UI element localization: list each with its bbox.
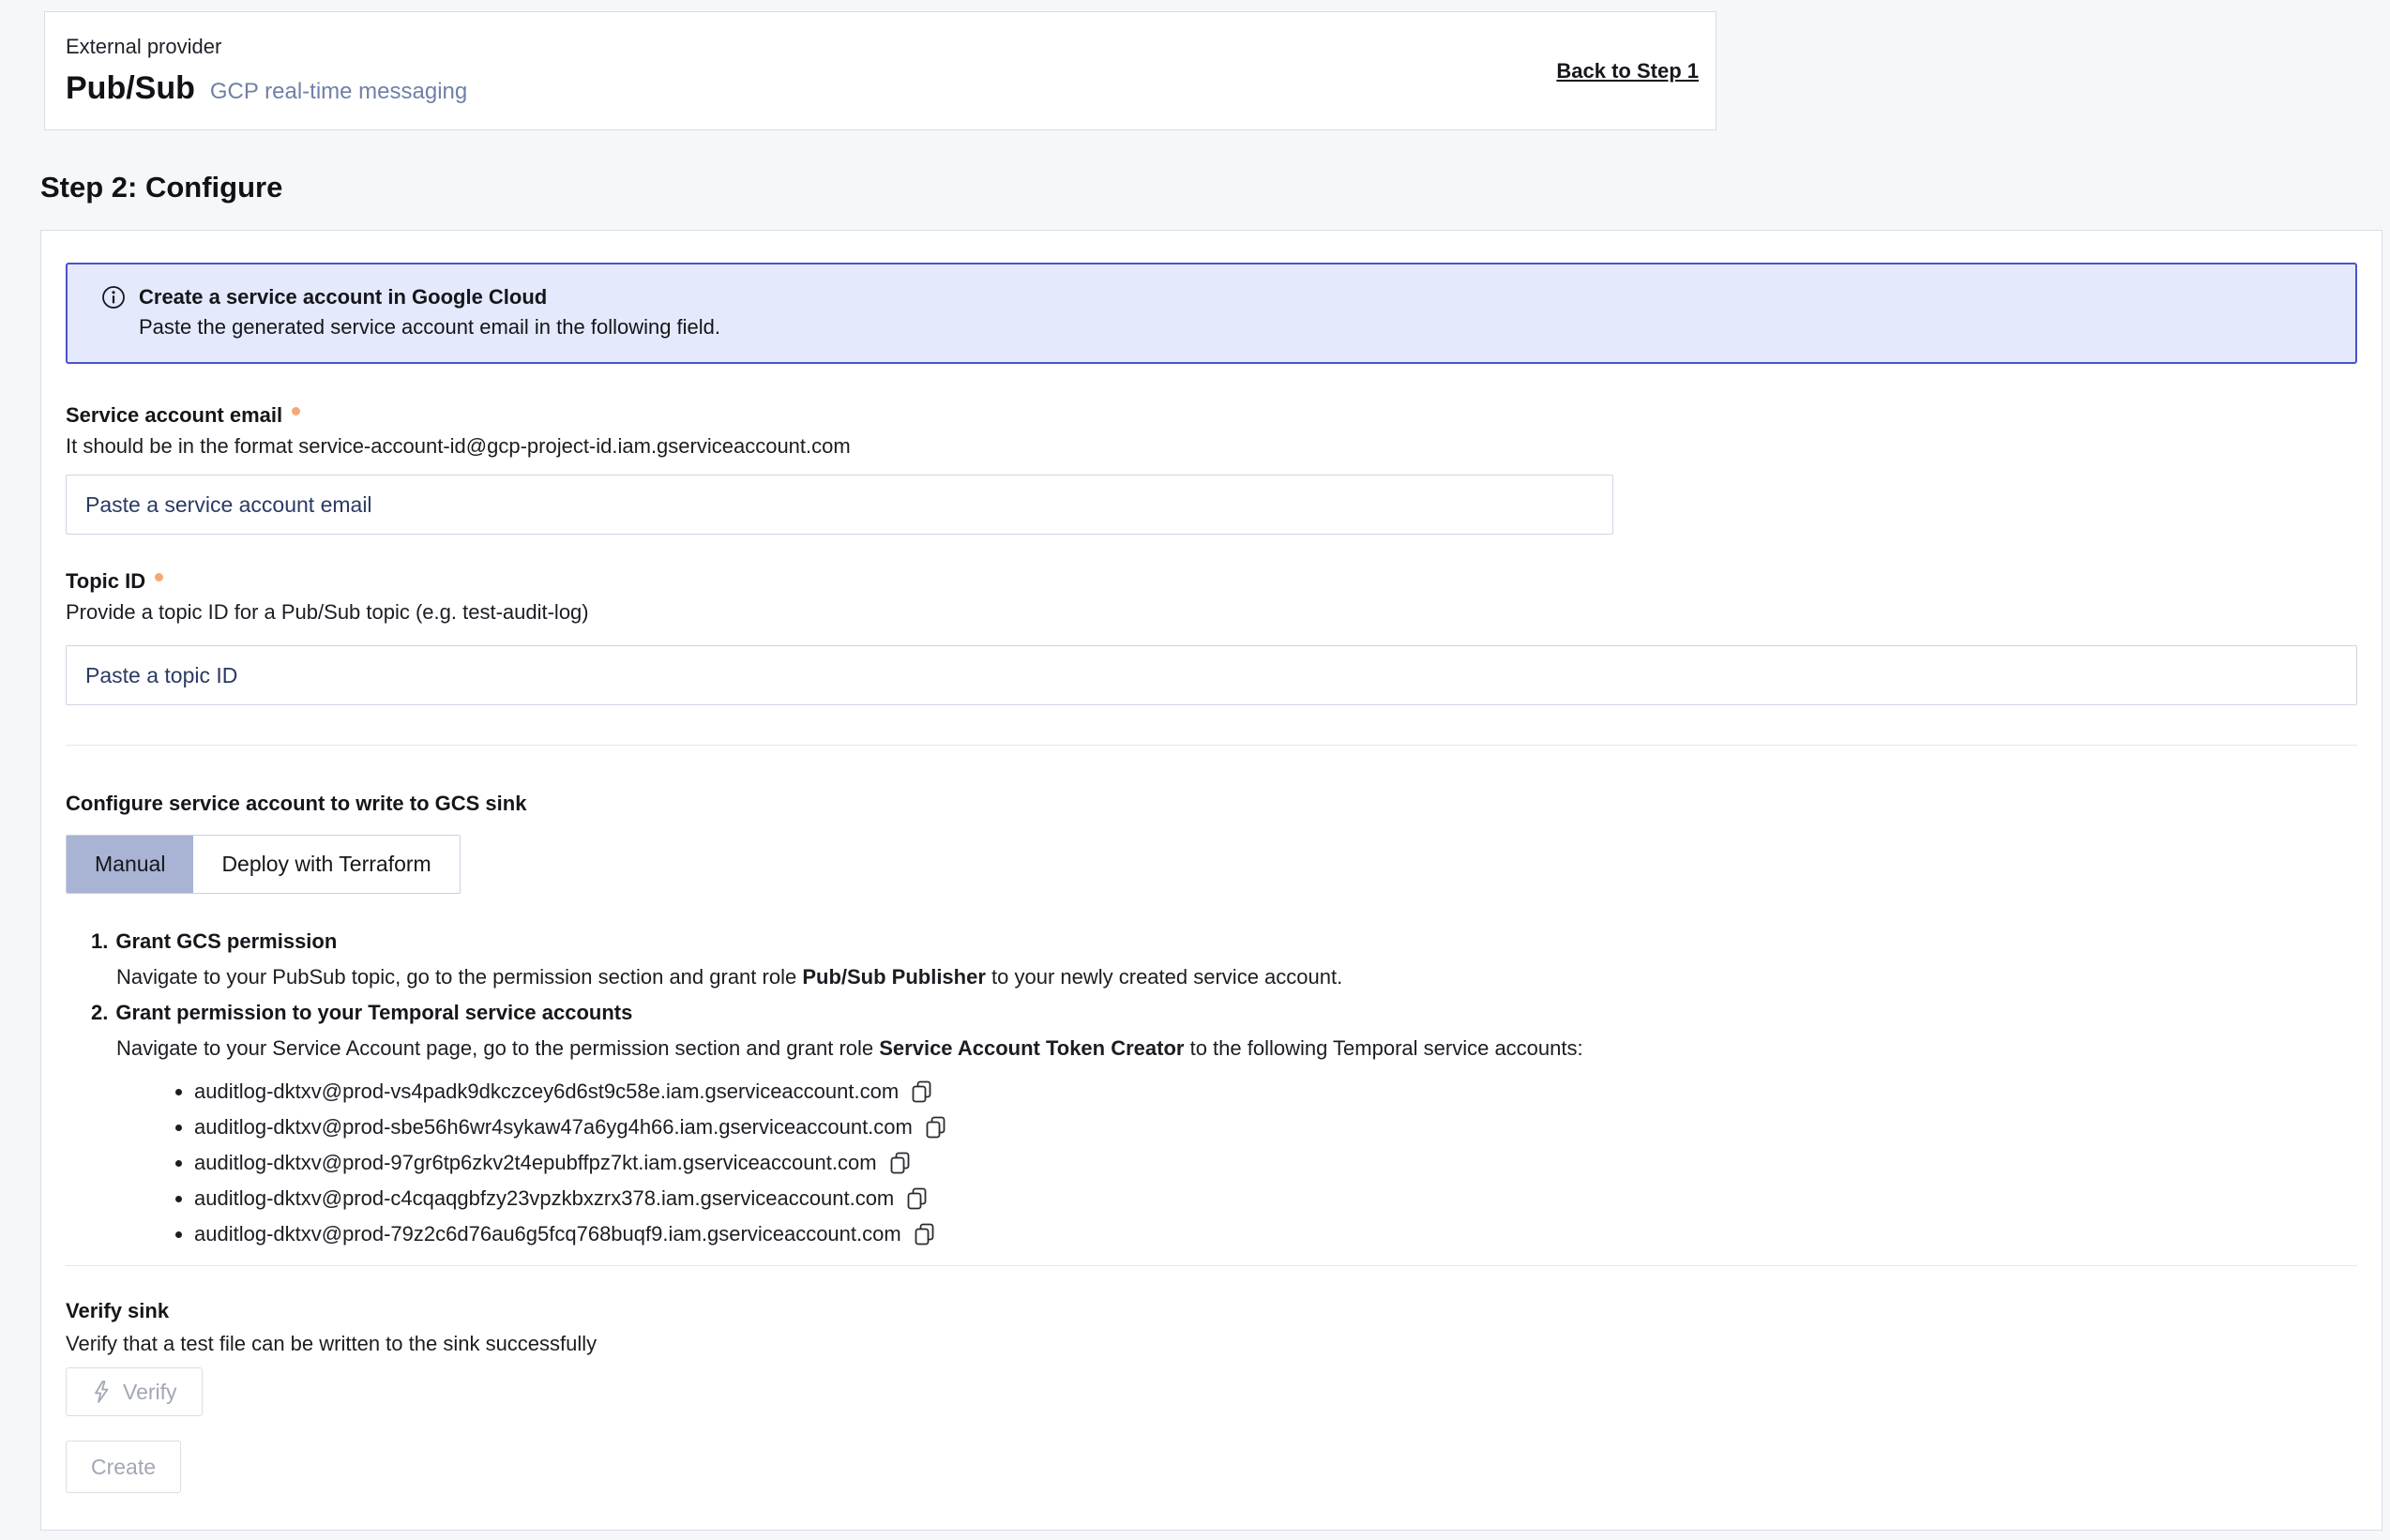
- verify-sink-description: Verify that a test file can be written t…: [66, 1330, 2357, 1358]
- provider-name: Pub/Sub: [66, 70, 195, 107]
- service-account-email: auditlog-dktxv@prod-79z2c6d76au6g5fcq768…: [194, 1216, 901, 1252]
- create-button[interactable]: Create: [66, 1441, 181, 1493]
- topic-id-label: Topic ID: [66, 568, 145, 595]
- banner-title: Create a service account in Google Cloud: [139, 285, 547, 310]
- topic-id-helper: Provide a topic ID for a Pub/Sub topic (…: [66, 599, 2357, 626]
- lightning-icon: [91, 1380, 112, 1404]
- service-account-email-label: Service account email: [66, 402, 282, 429]
- configure-panel: Create a service account in Google Cloud…: [40, 230, 2382, 1531]
- step-2-body: Navigate to your Service Account page, g…: [116, 1034, 2357, 1063]
- provider-label: External provider: [66, 35, 467, 59]
- tab-deploy-with-terraform[interactable]: Deploy with Terraform: [193, 836, 459, 893]
- instruction-steps: 1. Grant GCS permission Navigate to your…: [66, 928, 2357, 1252]
- verify-button[interactable]: Verify: [66, 1367, 203, 1416]
- topic-id-input[interactable]: [66, 645, 2357, 705]
- banner-description: Paste the generated service account emai…: [139, 315, 2333, 340]
- step-1-number: 1.: [91, 928, 108, 956]
- page-title: Step 2: Configure: [40, 171, 282, 204]
- provider-subtitle: GCP real-time messaging: [210, 79, 467, 105]
- service-account-email-helper: It should be in the format service-accou…: [66, 433, 2357, 460]
- step-1-title: 1. Grant GCS permission: [91, 928, 2357, 956]
- role-pubsub-publisher: Pub/Sub Publisher: [802, 965, 986, 989]
- verify-sink-title: Verify sink: [66, 1297, 2357, 1325]
- step-2-number: 2.: [91, 999, 108, 1027]
- service-account-email: auditlog-dktxv@prod-c4cqaqgbfzy23vpzkbxz…: [194, 1181, 894, 1216]
- list-item: auditlog-dktxv@prod-vs4padk9dkczcey6d6st…: [194, 1074, 2357, 1110]
- step-2-title: 2. Grant permission to your Temporal ser…: [91, 999, 2357, 1027]
- provider-info: External provider Pub/Sub GCP real-time …: [66, 35, 467, 107]
- copy-icon[interactable]: [910, 1080, 934, 1104]
- required-indicator: [155, 573, 163, 581]
- back-to-step-1-link[interactable]: Back to Step 1: [1556, 59, 1699, 83]
- service-account-email-input[interactable]: [66, 475, 1613, 535]
- step-1-body: Navigate to your PubSub topic, go to the…: [116, 963, 2357, 991]
- list-item: auditlog-dktxv@prod-97gr6tp6zkv2t4epubff…: [194, 1145, 2357, 1181]
- list-item: auditlog-dktxv@prod-79z2c6d76au6g5fcq768…: [194, 1216, 2357, 1252]
- info-banner: Create a service account in Google Cloud…: [66, 263, 2357, 364]
- role-token-creator: Service Account Token Creator: [879, 1036, 1184, 1060]
- required-indicator: [292, 407, 300, 415]
- configure-method-tabs: Manual Deploy with Terraform: [66, 835, 461, 894]
- section-divider: [66, 1265, 2357, 1266]
- copy-icon[interactable]: [905, 1186, 930, 1211]
- copy-icon[interactable]: [888, 1151, 913, 1175]
- provider-card: External provider Pub/Sub GCP real-time …: [44, 11, 1717, 130]
- tab-manual[interactable]: Manual: [67, 836, 193, 893]
- service-account-email: auditlog-dktxv@prod-97gr6tp6zkv2t4epubff…: [194, 1145, 877, 1181]
- service-account-email: auditlog-dktxv@prod-vs4padk9dkczcey6d6st…: [194, 1074, 899, 1110]
- copy-icon[interactable]: [924, 1115, 948, 1140]
- copy-icon[interactable]: [913, 1222, 937, 1246]
- info-icon: [101, 285, 126, 310]
- service-account-email: auditlog-dktxv@prod-sbe56h6wr4sykaw47a6y…: [194, 1110, 913, 1145]
- list-item: auditlog-dktxv@prod-c4cqaqgbfzy23vpzkbxz…: [194, 1181, 2357, 1216]
- service-account-list: auditlog-dktxv@prod-vs4padk9dkczcey6d6st…: [91, 1074, 2357, 1252]
- configure-section-title: Configure service account to write to GC…: [66, 790, 2357, 818]
- list-item: auditlog-dktxv@prod-sbe56h6wr4sykaw47a6y…: [194, 1110, 2357, 1145]
- section-divider: [66, 745, 2357, 746]
